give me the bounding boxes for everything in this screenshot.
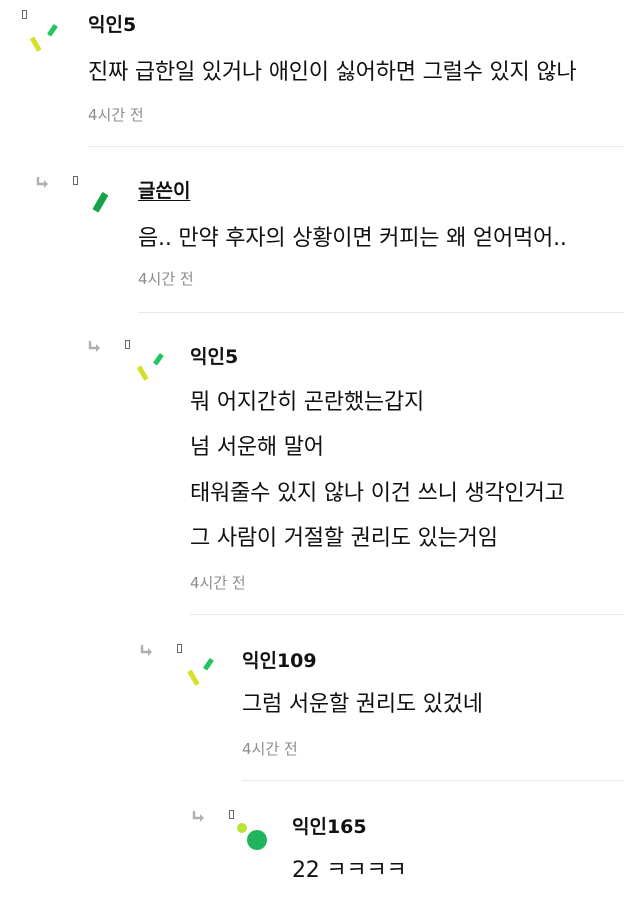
comment-author[interactable]: 익인109: [242, 646, 317, 673]
divider: [242, 780, 624, 781]
comment-text: 그럼 서운할 권리도 있겄네: [242, 692, 483, 717]
avatar: [237, 823, 267, 850]
comment-text: 태워줄수 있지 않나 이건 쓰니 생각인거고: [190, 481, 565, 506]
avatar: [30, 24, 58, 52]
comment-text: 진짜 급한일 있거나 애인이 싫어하면 그럴수 있지 않나: [88, 60, 577, 85]
comment-text: 22 ㅋㅋㅋㅋ: [292, 858, 407, 883]
divider: [138, 312, 624, 313]
reply-arrow-icon: [36, 177, 48, 188]
comment-author[interactable]: 익인5: [88, 10, 136, 37]
comment-author[interactable]: 익인165: [292, 812, 367, 839]
comment-timestamp: 4시간 전: [190, 574, 246, 592]
reply-arrow-icon: [140, 645, 152, 656]
comment-timestamp: 4시간 전: [242, 740, 298, 758]
avatar: [92, 192, 109, 213]
reply-arrow-icon: [88, 341, 100, 352]
comment-text: 그 사람이 거절할 권리도 있는거임: [190, 526, 498, 551]
comment-text: 넘 서운해 말어: [190, 435, 324, 460]
comment-timestamp: 4시간 전: [138, 270, 194, 288]
comment-author[interactable]: 글쓴이: [138, 176, 190, 203]
comment-author[interactable]: 익인5: [190, 342, 238, 369]
avatar: [137, 353, 164, 381]
comment-text: 뭐 어지간히 곤란했는갑지: [190, 390, 425, 415]
image-placeholder-icon: [73, 176, 78, 185]
avatar: [187, 658, 214, 686]
comment-timestamp: 4시간 전: [88, 106, 144, 124]
divider: [88, 146, 624, 147]
reply-arrow-icon: [192, 811, 204, 822]
divider: [190, 614, 624, 615]
comment-text: 음.. 만약 후자의 상황이면 커피는 왜 얻어먹어..: [138, 226, 567, 251]
